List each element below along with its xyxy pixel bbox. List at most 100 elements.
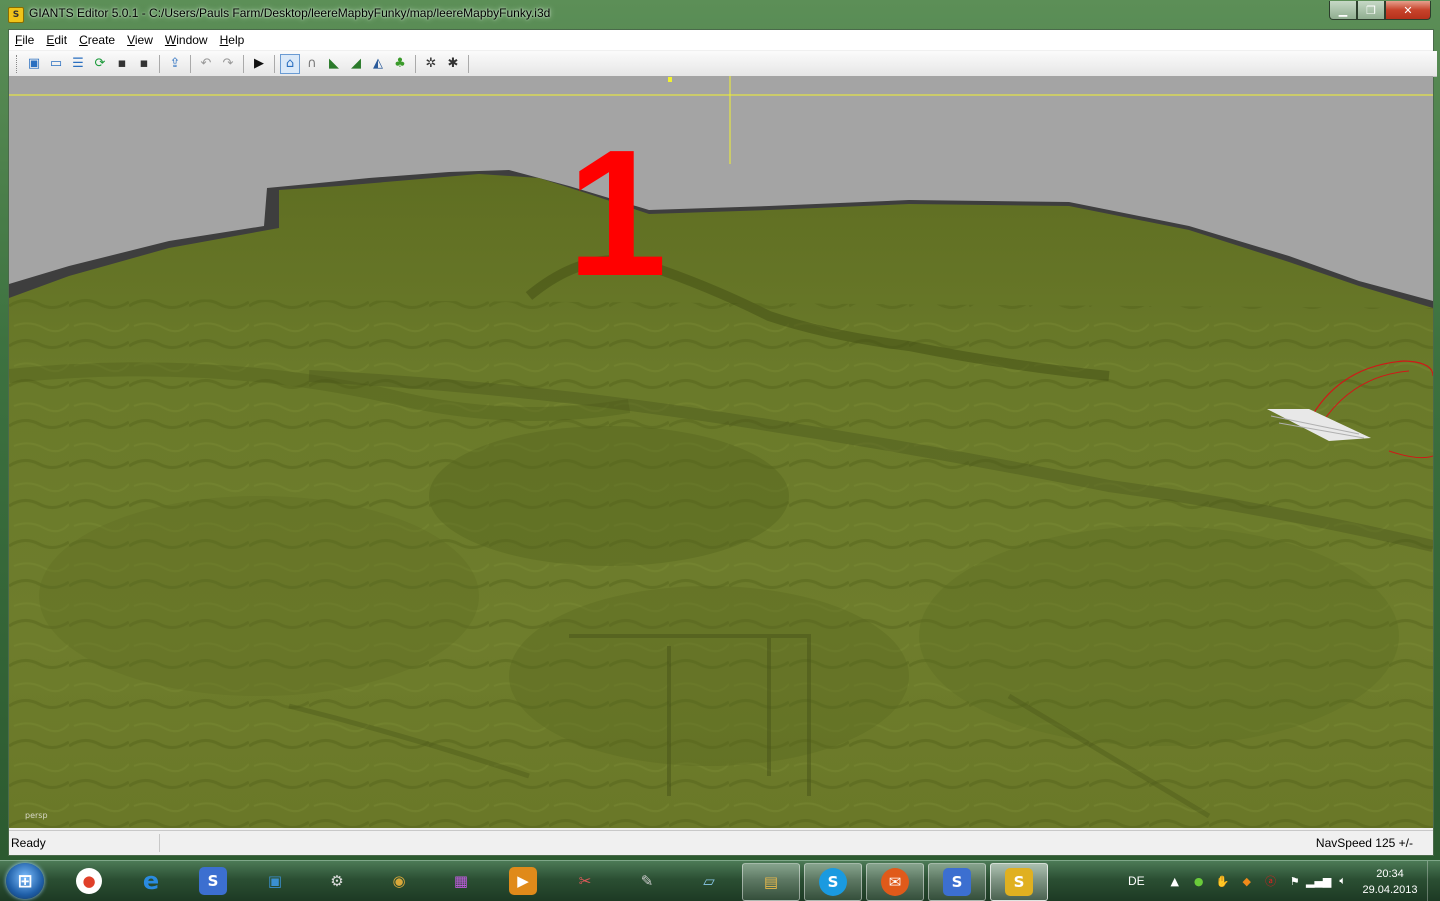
- editor-window: S GIANTS Editor 5.0.1 - C:/Users/Pauls F…: [0, 0, 1440, 860]
- clock[interactable]: 20:34 29.04.2013: [1355, 866, 1425, 898]
- menu-edit[interactable]: Edit: [40, 30, 73, 50]
- select-mode-icon: ⌂: [285, 56, 295, 71]
- show-desktop-button[interactable]: [1427, 861, 1440, 901]
- status-text: Ready: [9, 834, 160, 852]
- navigate-mode-icon: ✲: [425, 56, 437, 71]
- close-button[interactable]: ✕: [1385, 1, 1431, 20]
- title-bar[interactable]: S GIANTS Editor 5.0.1 - C:/Users/Pauls F…: [0, 0, 1440, 28]
- open-button[interactable]: ▭: [46, 54, 66, 74]
- network-icon[interactable]: ▂▄▆: [1306, 873, 1331, 889]
- computer-icon: ▣: [267, 872, 283, 890]
- taskbar-app-giants-active[interactable]: S: [990, 863, 1048, 901]
- explorer-icon: ▤: [763, 873, 779, 891]
- taskbar-app-skype[interactable]: S: [804, 863, 862, 901]
- evernote-icon[interactable]: ●: [1191, 873, 1207, 889]
- antivirus-icon[interactable]: ◆: [1239, 873, 1255, 889]
- redo-icon: ↷: [222, 56, 234, 71]
- toolbar-separator: [243, 54, 244, 73]
- avira-icon[interactable]: ⓐ: [1263, 873, 1279, 889]
- clock-time: 20:34: [1376, 868, 1404, 880]
- taskbar-app-giants[interactable]: S: [185, 863, 241, 899]
- menu-create[interactable]: Create: [73, 30, 121, 50]
- import-icon: ⇪: [169, 56, 181, 71]
- taskbar: ⊞ ● e S ▣ ⚙ ◉ ▦ ▶ ✂ ✎ ▱ ▤ S ✉ S S DE ▲ ●…: [0, 860, 1440, 901]
- open-icon: ▭: [49, 56, 63, 71]
- menu-bar: File Edit Create View Window Help: [9, 30, 1433, 50]
- language-indicator[interactable]: DE: [1128, 874, 1145, 888]
- taskbar-app-archive[interactable]: ▦: [433, 863, 489, 899]
- taskbar-app-snipping[interactable]: ✂: [557, 863, 613, 899]
- reload-button[interactable]: ⟳: [90, 54, 110, 74]
- taskbar-app-media[interactable]: ▶: [495, 863, 551, 899]
- close-icon: ✕: [1403, 3, 1413, 17]
- internet-explorer-icon: e: [142, 867, 160, 895]
- minimize-icon: ▁: [1338, 3, 1348, 17]
- move-mode-button[interactable]: ∩: [302, 54, 322, 74]
- foliage-paint-button[interactable]: ◭: [368, 54, 388, 74]
- mail-icon: ✉: [881, 868, 909, 896]
- taskbar-app-chrome[interactable]: ●: [61, 863, 117, 899]
- status-bar: Ready NavSpeed 125 +/-: [9, 830, 1433, 855]
- save-as-icon: ▪: [139, 56, 149, 71]
- nav-speed-status: NavSpeed 125 +/-: [1315, 836, 1413, 850]
- taskbar-app-gimp[interactable]: ✎: [619, 863, 675, 899]
- media-player-icon: ▶: [509, 867, 537, 895]
- toolbar-grip[interactable]: [16, 54, 20, 73]
- taskbar-app-explorer[interactable]: ▤: [742, 863, 800, 901]
- giants-editor-active-icon: S: [1005, 868, 1033, 896]
- play-icon: ▶: [254, 56, 264, 71]
- main-toolbar: ▣ ▭ ☰ ⟳ ▪ ▪ ⇪ ↶ ↷ ▶ ⌂ ∩ ◣ ◢ ◭ ♣ ✲ ✱: [9, 51, 1437, 77]
- 3d-viewport[interactable]: 1 persp: [9, 76, 1433, 828]
- skype-icon: S: [819, 868, 847, 896]
- settings-icon: ⚙: [330, 872, 344, 890]
- properties-button[interactable]: ☰: [68, 54, 88, 74]
- save-as-button[interactable]: ▪: [134, 54, 154, 74]
- caption-buttons: ▁ ❐ ✕: [1329, 1, 1431, 20]
- taskbar-app-mail[interactable]: ✉: [866, 863, 924, 901]
- volume-icon[interactable]: 🔈︎: [1335, 873, 1351, 889]
- action-center-flag-icon[interactable]: ⚑: [1287, 873, 1303, 889]
- taskbar-app-giants-2[interactable]: S: [928, 863, 986, 901]
- dvd-icon: ◉: [392, 872, 406, 890]
- camera-label: persp: [25, 811, 48, 820]
- snap-icon: ✱: [447, 56, 459, 71]
- redo-button[interactable]: ↷: [218, 54, 238, 74]
- terrain-sculpt-button[interactable]: ◣: [324, 54, 344, 74]
- navigate-mode-button[interactable]: ✲: [421, 54, 441, 74]
- save-icon: ▪: [117, 56, 127, 71]
- hand-icon[interactable]: ✋: [1215, 873, 1231, 889]
- toolbar-separator: [468, 54, 469, 73]
- overlay-number: 1: [567, 113, 668, 314]
- taskbar-app-dvd[interactable]: ◉: [371, 863, 427, 899]
- app-icon[interactable]: S: [8, 7, 24, 23]
- new-scene-button[interactable]: ▣: [24, 54, 44, 74]
- menu-help[interactable]: Help: [214, 30, 251, 50]
- chrome-icon: ●: [76, 868, 102, 894]
- maximize-button[interactable]: ❐: [1357, 1, 1385, 20]
- menu-window[interactable]: Window: [159, 30, 214, 50]
- select-mode-button[interactable]: ⌂: [280, 53, 300, 74]
- menu-view[interactable]: View: [121, 30, 159, 50]
- menu-file[interactable]: File: [9, 30, 40, 50]
- import-button[interactable]: ⇪: [165, 54, 185, 74]
- terrain-paint-button[interactable]: ◢: [346, 54, 366, 74]
- play-button[interactable]: ▶: [249, 54, 269, 74]
- undo-button[interactable]: ↶: [196, 54, 216, 74]
- maximize-icon: ❐: [1366, 3, 1376, 17]
- taskbar-app-settings[interactable]: ⚙: [309, 863, 365, 899]
- archive-icon: ▦: [453, 872, 469, 890]
- snap-button[interactable]: ✱: [443, 54, 463, 74]
- terrain-render: [9, 76, 1433, 828]
- undo-icon: ↶: [200, 56, 212, 71]
- taskbar-app-computer[interactable]: ▣: [247, 863, 303, 899]
- show-hidden-icons[interactable]: ▲: [1167, 873, 1183, 889]
- new-scene-icon: ▣: [27, 56, 41, 71]
- minimize-button[interactable]: ▁: [1329, 1, 1357, 20]
- snipping-tool-icon: ✂: [578, 872, 592, 890]
- grass-paint-button[interactable]: ♣: [390, 54, 410, 74]
- taskbar-app-ie[interactable]: e: [123, 863, 179, 899]
- taskbar-app-notepad[interactable]: ▱: [681, 863, 737, 899]
- start-button[interactable]: ⊞: [6, 863, 44, 899]
- terrain-paint-icon: ◢: [351, 56, 361, 71]
- save-button[interactable]: ▪: [112, 54, 132, 74]
